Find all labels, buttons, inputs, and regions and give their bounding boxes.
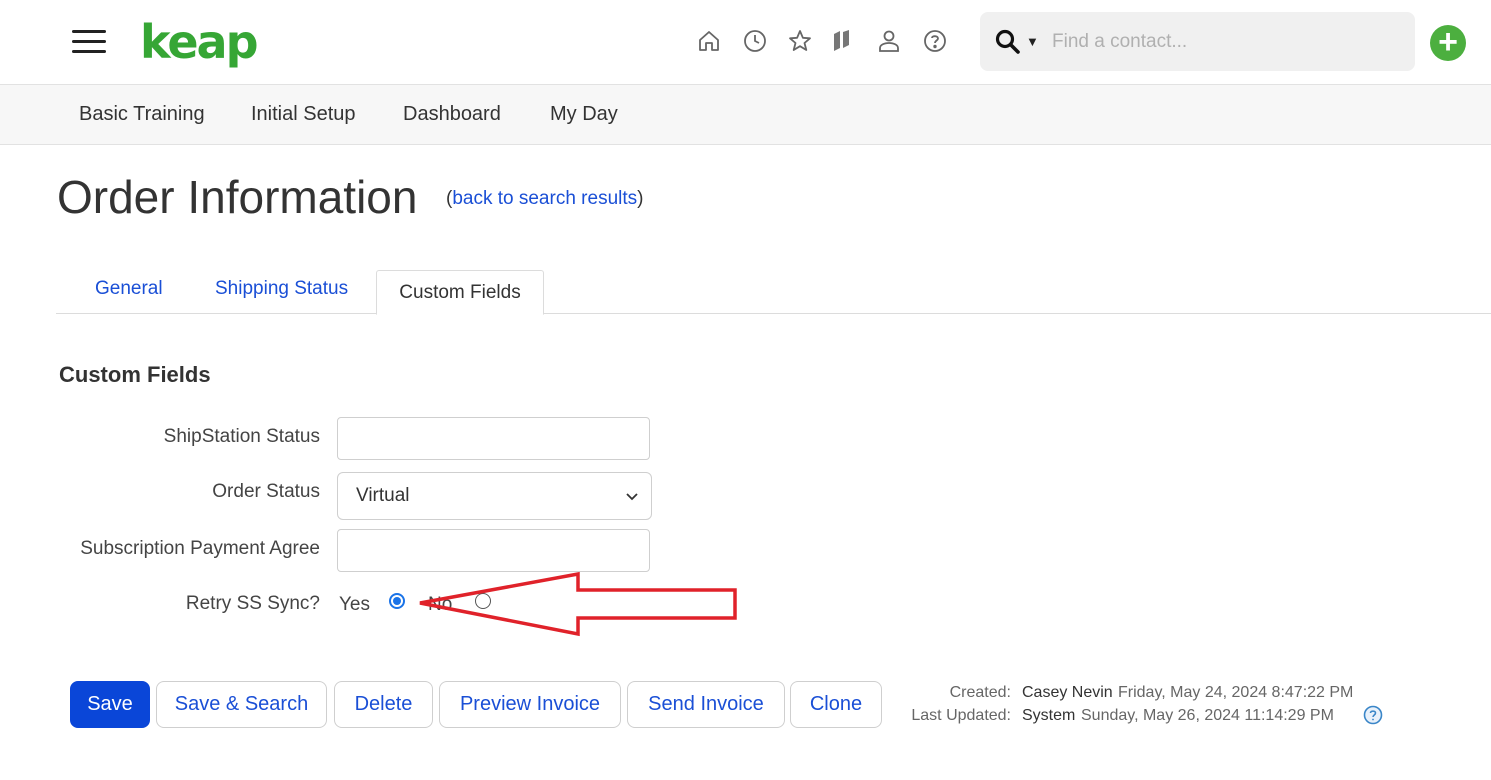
nav-item-my-day[interactable]: My Day bbox=[550, 103, 618, 126]
top-bar: keap ▼ + bbox=[0, 0, 1491, 85]
retry-sync-yes-label: Yes bbox=[339, 594, 370, 615]
star-icon[interactable] bbox=[787, 28, 813, 54]
secondary-nav: Basic Training Initial Setup Dashboard M… bbox=[0, 85, 1491, 145]
updated-by: System bbox=[1022, 707, 1076, 724]
save-and-search-button[interactable]: Save & Search bbox=[156, 681, 327, 728]
history-icon[interactable] bbox=[742, 28, 768, 54]
paren-close: ) bbox=[637, 188, 644, 209]
tab-shipping-status[interactable]: Shipping Status bbox=[215, 278, 348, 300]
updated-label: Last Updated: bbox=[911, 707, 1011, 724]
order-status-label: Order Status bbox=[212, 481, 320, 502]
annotation-arrow-icon bbox=[419, 571, 737, 637]
subscription-payment-input[interactable] bbox=[337, 529, 650, 572]
delete-button[interactable]: Delete bbox=[334, 681, 433, 728]
section-title: Custom Fields bbox=[59, 362, 211, 387]
add-button[interactable]: + bbox=[1430, 25, 1466, 61]
back-link-wrapper: (back to search results) bbox=[446, 188, 643, 210]
search-icon[interactable] bbox=[994, 28, 1022, 56]
chevron-down-icon bbox=[626, 493, 638, 501]
tab-custom-fields[interactable]: Custom Fields bbox=[376, 270, 544, 315]
retry-sync-label: Retry SS Sync? bbox=[185, 593, 320, 614]
home-icon[interactable] bbox=[696, 28, 722, 54]
save-button[interactable]: Save bbox=[70, 681, 150, 728]
nav-item-basic-training[interactable]: Basic Training bbox=[79, 103, 205, 126]
page-title: Order Information bbox=[57, 171, 418, 223]
nav-item-initial-setup[interactable]: Initial Setup bbox=[251, 103, 356, 126]
clone-button[interactable]: Clone bbox=[790, 681, 882, 728]
updated-date: Sunday, May 26, 2024 11:14:29 PM bbox=[1081, 707, 1334, 724]
order-status-select[interactable]: Virtual bbox=[337, 472, 652, 520]
created-date: Friday, May 24, 2024 8:47:22 PM bbox=[1118, 684, 1354, 701]
retry-sync-yes-radio[interactable] bbox=[389, 593, 405, 609]
keap-logo[interactable]: keap bbox=[140, 14, 259, 70]
preview-invoice-button[interactable]: Preview Invoice bbox=[439, 681, 621, 728]
send-invoice-button[interactable]: Send Invoice bbox=[627, 681, 785, 728]
tabs-divider bbox=[56, 313, 1491, 314]
order-status-value: Virtual bbox=[356, 485, 410, 506]
question-help-icon[interactable] bbox=[1363, 705, 1383, 725]
search-input[interactable] bbox=[1050, 26, 1404, 58]
contact-search: ▼ bbox=[980, 12, 1415, 71]
shipstation-status-label: ShipStation Status bbox=[163, 426, 320, 447]
hamburger-menu-icon[interactable] bbox=[72, 30, 106, 54]
nav-item-dashboard[interactable]: Dashboard bbox=[403, 103, 501, 126]
subscription-payment-label: Subscription Payment Agree bbox=[80, 538, 320, 559]
search-dropdown-icon[interactable]: ▼ bbox=[1026, 34, 1039, 49]
shipstation-status-input[interactable] bbox=[337, 417, 650, 460]
created-by: Casey Nevin bbox=[1022, 684, 1113, 701]
person-icon[interactable] bbox=[876, 28, 902, 54]
tasks-icon[interactable] bbox=[829, 28, 855, 54]
tab-general[interactable]: General bbox=[95, 278, 163, 300]
created-label: Created: bbox=[949, 684, 1011, 701]
back-to-search-results-link[interactable]: back to search results bbox=[452, 188, 637, 209]
help-icon[interactable] bbox=[922, 28, 948, 54]
